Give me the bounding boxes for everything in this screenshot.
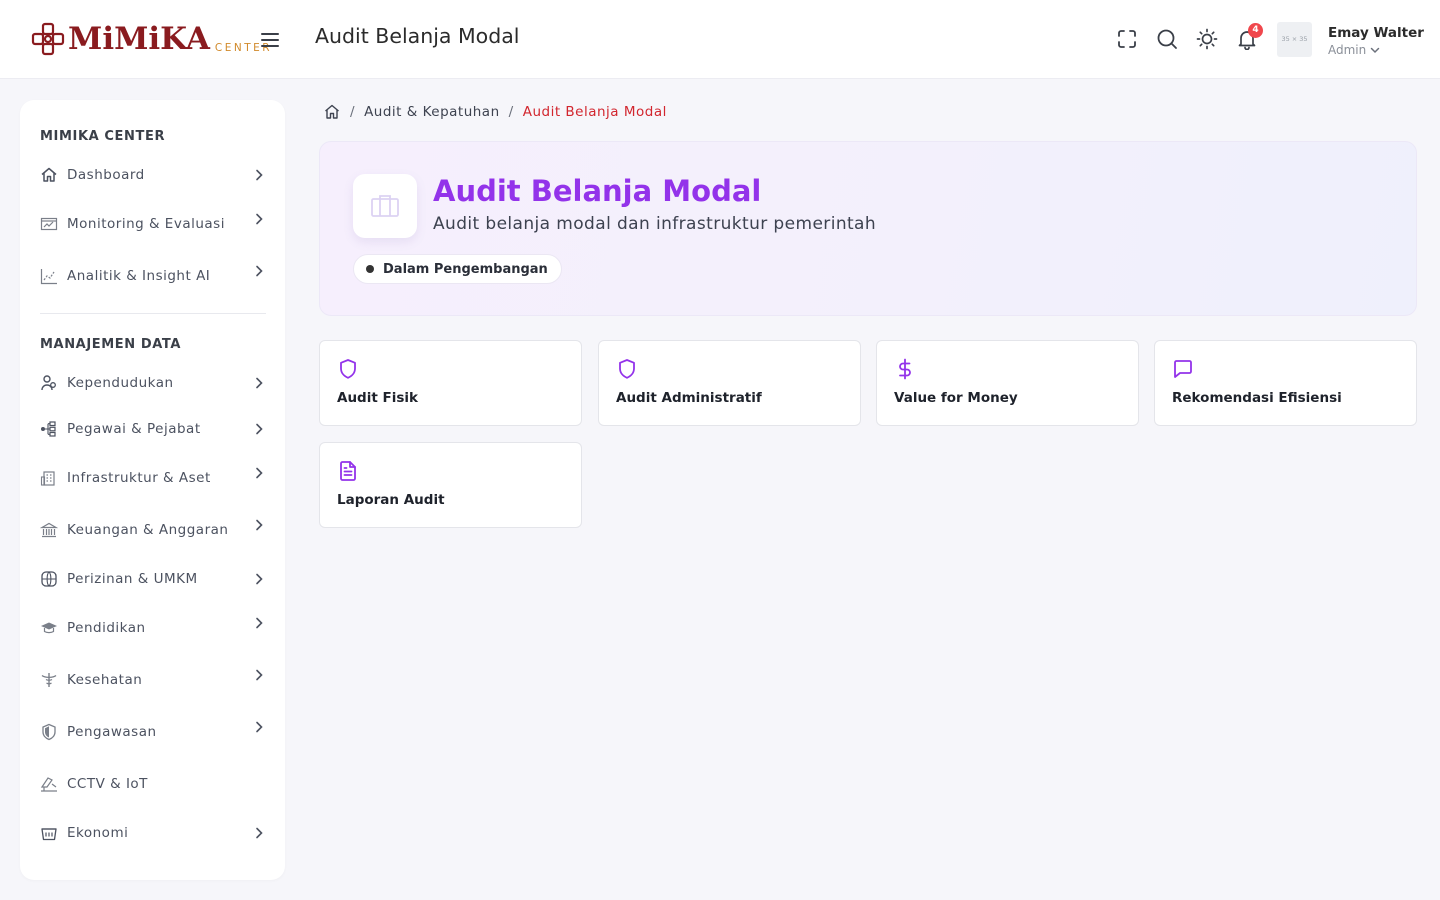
hero-banner: Audit Belanja Modal Audit belanja modal … (319, 141, 1417, 316)
status-dot (366, 265, 374, 273)
sidebar-item-ekonomi[interactable]: Ekonomi (40, 821, 266, 845)
card-title: Laporan Audit (337, 492, 445, 508)
feature-card-rekomendasi-efisiensi[interactable]: Rekomendasi Efisiensi (1154, 340, 1417, 426)
sidebar-item-pengawasan[interactable]: Pengawasan (40, 720, 266, 744)
hero-icon-box (353, 174, 417, 238)
document-icon (340, 461, 356, 481)
status-text: Dalam Pengembangan (383, 261, 548, 277)
card-title: Audit Fisik (337, 390, 418, 406)
hero-title: Audit Belanja Modal (433, 174, 762, 208)
search-icon[interactable] (1156, 28, 1178, 50)
sidebar-section-title: MANAJEMEN DATA (40, 337, 182, 352)
monitor-icon (40, 215, 58, 233)
chevron-right-icon (256, 617, 263, 629)
analytics-icon (40, 267, 58, 285)
chevron-right-icon (256, 519, 263, 531)
sidebar-item-label: Perizinan & UMKM (67, 571, 198, 587)
fullscreen-icon[interactable] (1116, 28, 1138, 50)
sidebar-item-pendidikan[interactable]: Pendidikan (40, 616, 266, 640)
chevron-right-icon (256, 467, 263, 479)
home-icon[interactable] (323, 103, 341, 121)
feature-card-value-for-money[interactable]: Value for Money (876, 340, 1139, 426)
sidebar-item-cctv[interactable]: CCTV & IoT (40, 772, 266, 796)
sidebar-item-infrastruktur[interactable]: Infrastruktur & Aset (40, 466, 266, 490)
chevron-right-icon (256, 827, 263, 839)
chevron-down-icon (1371, 47, 1380, 54)
sidebar-item-label: Kesehatan (67, 672, 143, 688)
chevron-right-icon (256, 721, 263, 733)
sidebar-item-label: Kependudukan (67, 375, 174, 391)
sidebar-item-label: Monitoring & Evaluasi (67, 216, 225, 232)
breadcrumb-separator: / (508, 104, 514, 120)
caduceus-icon (40, 671, 58, 689)
menu-toggle-icon[interactable] (259, 29, 281, 51)
building-icon (40, 469, 58, 487)
graduation-icon (40, 619, 58, 637)
sidebar-item-label: Analitik & Insight AI (67, 268, 211, 284)
breadcrumb-separator: / (350, 104, 356, 120)
chevron-right-icon (256, 669, 263, 681)
sidebar-item-label: CCTV & IoT (67, 776, 148, 792)
card-title: Rekomendasi Efisiensi (1172, 390, 1342, 406)
dollar-icon (899, 358, 911, 380)
chevron-right-icon (256, 169, 263, 181)
sidebar-item-analitik[interactable]: Analitik & Insight AI (40, 264, 266, 288)
sidebar-item-keuangan[interactable]: Keuangan & Anggaran (40, 518, 266, 542)
globe-icon (40, 570, 58, 588)
sidebar-item-label: Ekonomi (67, 825, 129, 841)
user-role-label: Admin (1328, 43, 1367, 57)
notification-badge: 4 (1248, 23, 1263, 38)
chevron-right-icon (256, 423, 263, 435)
sidebar-item-kependudukan[interactable]: Kependudukan (40, 371, 266, 395)
chevron-right-icon (256, 265, 263, 277)
avatar[interactable]: 35 × 35 (1277, 22, 1312, 57)
chevron-right-icon (256, 573, 263, 585)
shield-icon (340, 359, 356, 379)
sidebar: MIMIKA CENTER Dashboard Monitoring & Eva… (20, 100, 285, 880)
people-icon (40, 374, 58, 392)
bank-icon (40, 521, 58, 539)
briefcase-icon (371, 195, 399, 217)
chevron-right-icon (256, 377, 263, 389)
sidebar-item-dashboard[interactable]: Dashboard (40, 163, 266, 187)
feature-card-laporan-audit[interactable]: Laporan Audit (319, 442, 582, 528)
card-title: Audit Administratif (616, 390, 762, 406)
breadcrumb: / Audit & Kepatuhan / Audit Belanja Moda… (323, 103, 667, 121)
user-name[interactable]: Emay Walter (1328, 25, 1424, 41)
sidebar-section-title: MIMIKA CENTER (40, 129, 166, 144)
sidebar-item-label: Pegawai & Pejabat (67, 421, 201, 437)
feature-card-audit-fisik[interactable]: Audit Fisik (319, 340, 582, 426)
card-title: Value for Money (894, 390, 1018, 406)
sidebar-divider (40, 313, 266, 314)
page-title: Audit Belanja Modal (315, 24, 520, 48)
shield-icon (619, 359, 635, 379)
feature-card-audit-administratif[interactable]: Audit Administratif (598, 340, 861, 426)
org-icon (40, 420, 58, 438)
sidebar-item-pegawai[interactable]: Pegawai & Pejabat (40, 417, 266, 441)
camera-icon (40, 775, 58, 793)
sidebar-item-label: Pengawasan (67, 724, 157, 740)
sidebar-item-monitoring[interactable]: Monitoring & Evaluasi (40, 212, 266, 236)
sidebar-item-label: Infrastruktur & Aset (67, 470, 211, 486)
sidebar-item-label: Keuangan & Anggaran (67, 522, 229, 538)
breadcrumb-current: Audit Belanja Modal (522, 104, 667, 120)
sidebar-item-label: Dashboard (67, 167, 145, 183)
shield-icon (40, 723, 58, 741)
message-icon (1174, 360, 1192, 378)
logo[interactable]: MiMiKA CENTER (31, 22, 272, 56)
basket-icon (40, 824, 58, 842)
hero-subtitle: Audit belanja modal dan infrastruktur pe… (433, 214, 877, 234)
theme-toggle-icon[interactable] (1196, 28, 1218, 50)
status-badge: Dalam Pengembangan (353, 254, 562, 284)
breadcrumb-link[interactable]: Audit & Kepatuhan (364, 104, 500, 120)
sidebar-item-perizinan[interactable]: Perizinan & UMKM (40, 567, 266, 591)
top-header: MiMiKA CENTER Audit Belanja Modal 4 35 ×… (0, 0, 1440, 79)
sidebar-item-label: Pendidikan (67, 620, 146, 636)
logo-text: MiMiKA (68, 21, 210, 57)
home-icon (40, 166, 58, 184)
sidebar-item-kesehatan[interactable]: Kesehatan (40, 668, 266, 692)
logo-mark-icon (31, 22, 65, 56)
chevron-right-icon (256, 213, 263, 225)
user-role[interactable]: Admin (1328, 43, 1380, 57)
